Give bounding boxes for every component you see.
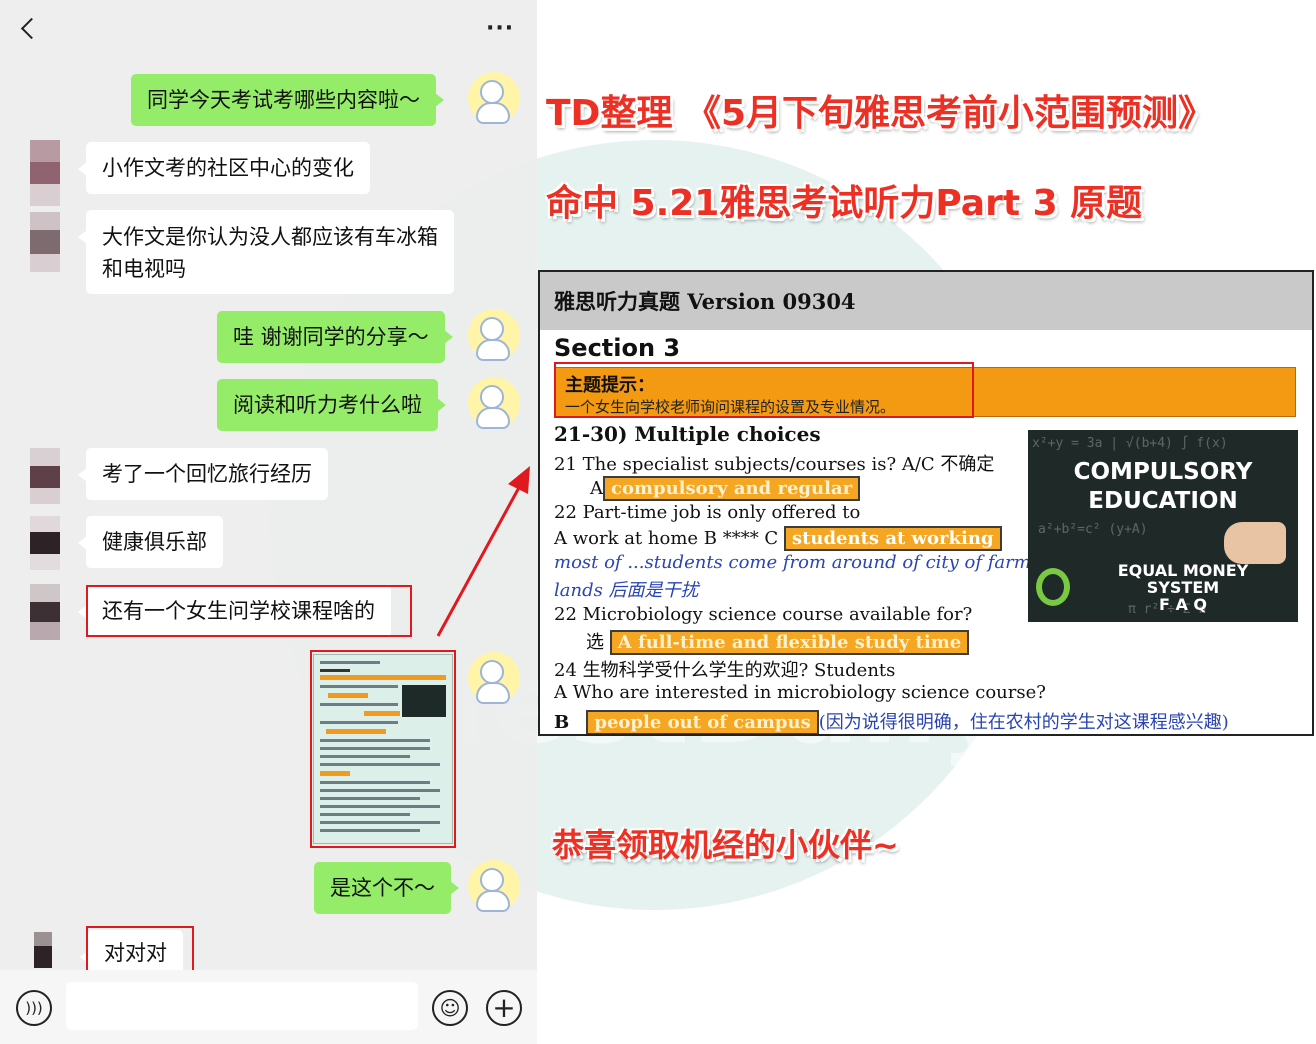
message-bubble[interactable]: 大作文是你认为没人都应该有车冰箱和电视吗 — [78, 210, 454, 294]
answer-highlight: compulsory and regular — [603, 476, 861, 501]
message-bubble[interactable]: 同学今天考试考哪些内容啦～ — [131, 74, 444, 126]
image-subtitle-line-3: F A Q — [1158, 595, 1208, 614]
answer-highlight: people out of campus — [586, 710, 819, 734]
highlight-box — [310, 650, 456, 848]
image-title: COMPULSORY EDUCATION — [1028, 458, 1298, 516]
exam-document-image: 雅思听力真题 Version 09304 Section 3 主题提示： 一个女… — [538, 270, 1314, 736]
avatar[interactable] — [466, 860, 522, 916]
plus-icon[interactable]: + — [486, 990, 522, 1026]
avatar[interactable] — [30, 212, 60, 272]
question-23: 22 Microbiology science course available… — [554, 604, 973, 625]
options-text: A work at home B **** C — [554, 528, 779, 549]
message-bubble[interactable]: 考了一个回忆旅行经历 — [78, 448, 328, 500]
question-23-answer: 选 A full-time and flexible study time — [586, 628, 970, 655]
chevron-left-icon[interactable] — [16, 14, 46, 44]
question-22-options: A work at home B **** C students at work… — [554, 526, 1002, 551]
avatar[interactable] — [34, 932, 64, 968]
question-24-a: A Who are interested in microbiology sci… — [554, 682, 1046, 703]
voice-icon[interactable]: ))) — [16, 990, 52, 1026]
answer-highlight: A full-time and flexible study time — [609, 630, 970, 655]
highlight-box — [554, 362, 974, 418]
answer-prefix: A — [590, 478, 603, 499]
more-button[interactable]: ··· — [486, 16, 514, 41]
avatar[interactable] — [466, 377, 522, 433]
message-bubble[interactable]: 阅读和听力考什么啦 — [217, 379, 446, 431]
avatar[interactable] — [466, 309, 522, 365]
question-24: 24 生物科学受什么学生的欢迎? Students — [554, 660, 896, 681]
pointer-arrow — [436, 466, 530, 637]
headline-subtitle: 命中 5.21雅思考试听力Part 3 原题 — [546, 183, 1143, 224]
question-22: 22 Part-time job is only offered to — [554, 502, 861, 523]
tagline: 恭喜领取机经的小伙伴~ — [552, 826, 899, 864]
avatar[interactable] — [30, 448, 60, 504]
question-21-answer: Acompulsory and regular — [590, 476, 861, 501]
note-line-1: most of ...students come from around of … — [554, 552, 1031, 573]
image-title-line-1: COMPULSORY — [1073, 459, 1253, 485]
image-subtitle: EQUAL MONEY SYSTEM F A Q — [1068, 562, 1298, 613]
compulsory-education-image: x²+y = 3a | √(b+4) ∫ f(x) a²+b²=c² (y+A)… — [1028, 430, 1298, 622]
headline-title: TD整理 《5月下旬雅思考前小范围预测》 — [546, 93, 1215, 134]
avatar[interactable] — [30, 516, 60, 570]
avatar[interactable] — [466, 72, 522, 128]
question-21: 21 The specialist subjects/courses is? A… — [554, 454, 995, 475]
answer-highlight: students at working — [783, 526, 1002, 551]
question-24-b: B people out of campus (因为说得很明确，住在农村的学生对这… — [554, 708, 1229, 734]
message-input[interactable] — [66, 982, 418, 1030]
highlight-box — [86, 926, 194, 974]
answer-note: (因为说得很明确，住在农村的学生对这课程感兴趣) — [818, 712, 1229, 733]
highlight-box — [86, 585, 412, 637]
note-line-2: lands 后面是干扰 — [554, 580, 699, 601]
questions-heading: 21-30) Multiple choices — [554, 422, 821, 446]
section-title: Section 3 — [554, 334, 681, 362]
avatar[interactable] — [30, 584, 60, 640]
chat-topbar: ··· — [0, 0, 537, 60]
avatar[interactable] — [466, 652, 522, 708]
document-header-text: 雅思听力真题 Version 09304 — [554, 289, 856, 314]
answer-prefix: 选 — [586, 632, 604, 653]
emoji-icon[interactable]: ☺ — [432, 990, 468, 1026]
message-bubble[interactable]: 健康俱乐部 — [78, 516, 223, 568]
message-bubble[interactable]: 小作文考的社区中心的变化 — [78, 142, 370, 194]
message-bubble[interactable]: 哇 谢谢同学的分享～ — [217, 311, 453, 363]
image-title-line-2: EDUCATION — [1088, 488, 1238, 514]
hand-shape — [1224, 522, 1286, 564]
logo-ring-icon — [1036, 568, 1070, 606]
option-label: B — [554, 712, 570, 733]
avatar[interactable] — [30, 140, 60, 206]
document-header: 雅思听力真题 Version 09304 — [540, 272, 1312, 330]
message-bubble[interactable]: 是这个不～ — [314, 862, 459, 914]
chat-input-bar: ))) ☺ + — [0, 970, 537, 1044]
